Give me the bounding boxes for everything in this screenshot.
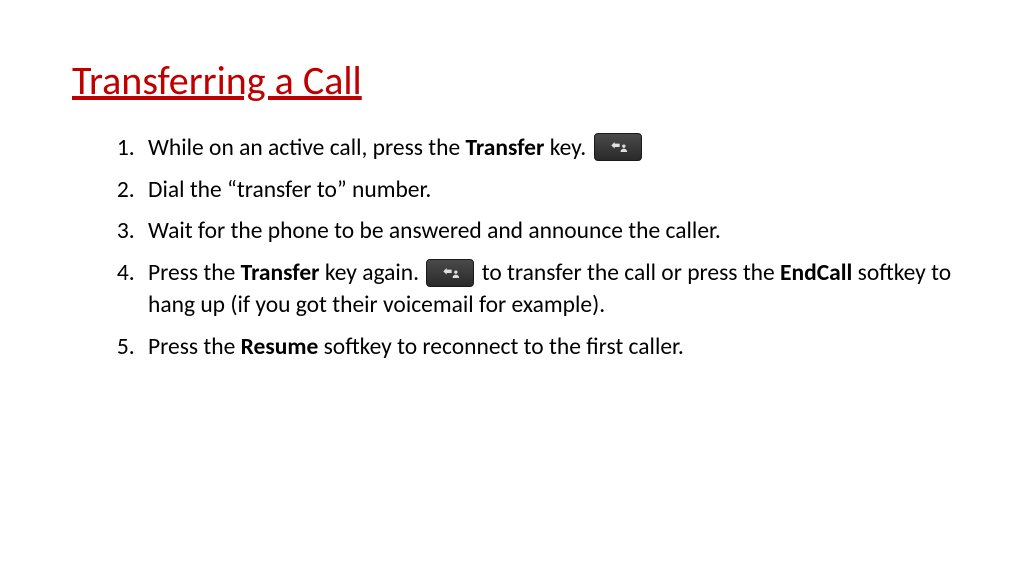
bold-text: Resume (241, 333, 319, 361)
list-item: While on an active call, press the Trans… (140, 133, 952, 165)
list-item: Press the Transfer key again. to transfe… (140, 258, 952, 321)
step-text: to transfer the call or press the (476, 259, 780, 287)
transfer-key-icon (426, 259, 474, 287)
step-text: Press the (148, 259, 241, 287)
page-title: Transferring a Call (72, 56, 952, 105)
list-item: Press the Resume softkey to reconnect to… (140, 332, 952, 364)
list-item: Dial the “transfer to” number. (140, 175, 952, 207)
step-text: softkey to reconnect to the first caller… (318, 333, 684, 361)
step-text: Press the (148, 333, 241, 361)
step-text: Dial the “transfer to” number. (148, 176, 431, 204)
step-text: While on an active call, press the (148, 134, 466, 162)
bold-text: Transfer (241, 259, 320, 287)
step-text: key. (544, 134, 591, 162)
transfer-key-icon (594, 133, 642, 161)
steps-list: While on an active call, press the Trans… (72, 133, 952, 363)
bold-text: EndCall (780, 259, 852, 287)
bold-text: Transfer (466, 134, 545, 162)
list-item: Wait for the phone to be answered and an… (140, 216, 952, 248)
step-text: key again. (320, 259, 425, 287)
step-text: Wait for the phone to be answered and an… (148, 217, 721, 245)
